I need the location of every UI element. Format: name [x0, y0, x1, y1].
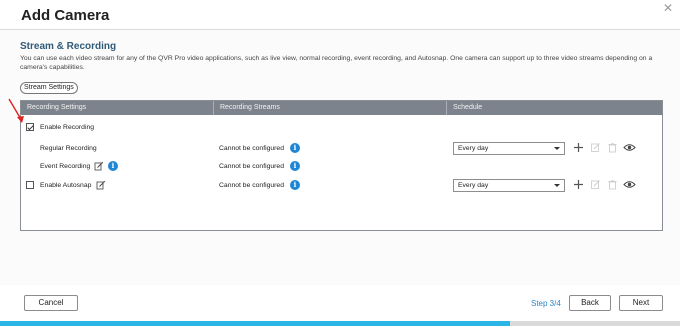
edit-disabled-icon[interactable]: [590, 142, 601, 153]
table-row-regular-recording: Regular Recording Cannot be configured i…: [21, 142, 662, 156]
view-icon[interactable]: [623, 179, 636, 190]
schedule-value: Every day: [458, 182, 489, 189]
autosnap-schedule-select[interactable]: Every day: [453, 179, 565, 192]
header-schedule: Schedule: [446, 101, 664, 115]
chevron-down-icon: [554, 147, 560, 150]
schedule-value: Every day: [458, 145, 489, 152]
stream-settings-button[interactable]: Stream Settings: [20, 82, 78, 94]
wizard-progress-fill: [0, 321, 510, 326]
enable-recording-label: Enable Recording: [40, 124, 95, 131]
edit-icon[interactable]: [94, 161, 104, 171]
dialog-title: Add Camera: [21, 7, 110, 24]
recording-table: Recording Settings Recording Streams Sch…: [20, 100, 663, 231]
enable-autosnap-checkbox[interactable]: [26, 181, 34, 189]
red-arrow-annotation: [8, 98, 24, 123]
delete-icon[interactable]: [607, 142, 618, 153]
table-header: Recording Settings Recording Streams Sch…: [21, 101, 662, 115]
regular-recording-label: Regular Recording: [40, 145, 97, 152]
step-indicator: Step 3/4: [531, 299, 561, 308]
event-recording-stream: Cannot be configured: [219, 163, 284, 170]
view-icon[interactable]: [623, 142, 636, 153]
table-row-enable-autosnap: Enable Autosnap Cannot be configured i E…: [21, 179, 662, 193]
info-icon[interactable]: i: [108, 161, 118, 171]
info-icon[interactable]: i: [290, 180, 300, 190]
enable-autosnap-label: Enable Autosnap: [40, 182, 92, 189]
event-recording-label: Event Recording: [40, 163, 91, 170]
section-title: Stream & Recording: [20, 41, 117, 52]
add-icon[interactable]: [573, 179, 584, 190]
edit-disabled-icon[interactable]: [590, 179, 601, 190]
regular-recording-stream: Cannot be configured: [219, 145, 284, 152]
back-button[interactable]: Back: [569, 295, 611, 311]
table-row-enable-recording: Enable Recording: [21, 121, 662, 135]
edit-icon[interactable]: [96, 180, 106, 190]
regular-recording-schedule-select[interactable]: Every day: [453, 142, 565, 155]
cancel-button[interactable]: Cancel: [24, 295, 78, 311]
autosnap-stream: Cannot be configured: [219, 182, 284, 189]
dialog-content: Stream & Recording You can use each vide…: [0, 30, 680, 285]
info-icon[interactable]: i: [290, 143, 300, 153]
table-row-event-recording: Event Recording i Cannot be configured i: [21, 160, 662, 174]
info-icon[interactable]: i: [290, 161, 300, 171]
add-icon[interactable]: [573, 142, 584, 153]
close-icon[interactable]: ✕: [662, 2, 674, 14]
header-recording-streams: Recording Streams: [213, 101, 446, 115]
dialog-titlebar: Add Camera ✕: [0, 0, 680, 30]
delete-icon[interactable]: [607, 179, 618, 190]
dialog-footer: Cancel Step 3/4 Back Next: [0, 285, 680, 321]
wizard-progress-bar: [0, 321, 680, 326]
chevron-down-icon: [554, 184, 560, 187]
section-description: You can use each video stream for any of…: [20, 55, 653, 71]
next-button[interactable]: Next: [619, 295, 663, 311]
header-recording-settings: Recording Settings: [27, 104, 87, 111]
